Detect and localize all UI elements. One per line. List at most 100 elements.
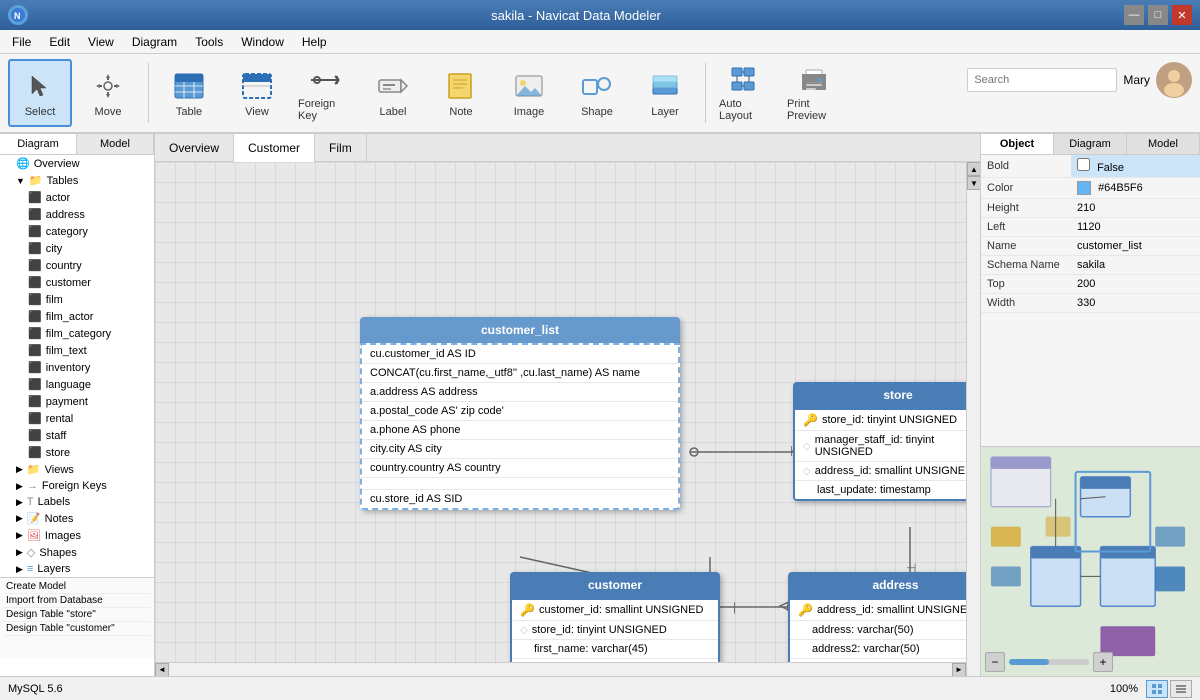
menu-tools[interactable]: Tools [187,33,231,51]
tool-note[interactable]: Note [429,59,493,127]
zoom-in-btn[interactable]: + [1093,652,1113,672]
sidebar-item-rental[interactable]: ⬛ rental [0,410,154,427]
prop-row-top: Top 200 [981,275,1200,294]
menu-diagram[interactable]: Diagram [124,33,185,51]
note-icon [443,68,479,104]
minimize-button[interactable]: — [1124,5,1144,25]
sidebar-tab-diagram[interactable]: Diagram [0,134,77,154]
sidebar-section-labels[interactable]: ▶ T Labels [0,494,154,510]
sidebar: Diagram Model 🌐 Overview ▼ 📁 Tables ⬛ ac… [0,134,155,676]
search-input[interactable] [967,68,1117,92]
tool-image[interactable]: Image [497,59,561,127]
sidebar-item-language[interactable]: ⬛ language [0,376,154,393]
menu-edit[interactable]: Edit [41,33,78,51]
right-tab-model[interactable]: Model [1127,134,1200,154]
move-icon [90,68,126,104]
right-tab-diagram[interactable]: Diagram [1054,134,1127,154]
sidebar-section-shapes[interactable]: ▶ ◇ Shapes [0,544,154,561]
canvas-scroll-v[interactable]: ▲ ▼ [966,162,980,676]
sidebar-item-staff[interactable]: ⬛ staff [0,427,154,444]
sidebar-item-category[interactable]: ⬛ category [0,223,154,240]
tool-move[interactable]: Move [76,59,140,127]
canvas-tab-overview[interactable]: Overview [155,134,234,162]
table-customer-list[interactable]: customer_list cu.customer_id AS ID CONCA… [360,317,680,510]
prop-row-height: Height 210 [981,199,1200,218]
sidebar-item-film[interactable]: ⬛ film [0,291,154,308]
scroll-right-btn[interactable]: ► [952,663,966,677]
sidebar-item-country[interactable]: ⬛ country [0,257,154,274]
tool-view[interactable]: View [225,59,289,127]
sidebar-item-film-category[interactable]: ⬛ film_category [0,325,154,342]
sidebar-item-city[interactable]: ⬛ city [0,240,154,257]
sidebar-item-film-actor[interactable]: ⬛ film_actor [0,308,154,325]
table-row: a.postal_code AS' zip code' [362,402,678,421]
sidebar-item-actor[interactable]: ⬛ actor [0,189,154,206]
table-sm-icon15: ⬛ [28,429,42,442]
table-row: cu.customer_id AS ID [362,345,678,364]
color-swatch[interactable] [1077,181,1091,195]
maximize-button[interactable]: □ [1148,5,1168,25]
tool-shape[interactable]: Shape [565,59,629,127]
canvas[interactable]: ⊢ | ⊢ | ⊢ ⊣ [155,162,980,676]
table-address[interactable]: address 🔑 address_id: smallint UNSIGNED … [788,572,980,676]
sidebar-item-inventory[interactable]: ⬛ inventory [0,359,154,376]
sidebar-section-notes[interactable]: ▶ 📝 Notes [0,510,154,527]
sidebar-section-images[interactable]: ▶ 🖼 Images [0,527,154,544]
sidebar-section-views[interactable]: ▶ 📁 Views [0,461,154,478]
expand-icon8: ▶ [16,564,23,575]
sidebar-item-payment[interactable]: ⬛ payment [0,393,154,410]
view-grid-btn[interactable] [1146,680,1168,698]
tool-layer[interactable]: Layer [633,59,697,127]
sidebar-section-fk[interactable]: ▶ → Foreign Keys [0,478,154,494]
scroll-up-btn[interactable]: ▲ [967,162,980,176]
right-tab-object[interactable]: Object [981,134,1054,154]
canvas-tab-customer[interactable]: Customer [234,134,315,162]
menu-help[interactable]: Help [294,33,335,51]
tool-select[interactable]: Select [8,59,72,127]
table-store[interactable]: store 🔑 store_id: tinyint UNSIGNED ◇ man… [793,382,980,501]
sidebar-tab-model[interactable]: Model [77,134,154,154]
diamond-icon: ◇ [803,441,811,452]
sidebar-item-address[interactable]: ⬛ address [0,206,154,223]
log-item-4[interactable]: Design Table "customer" [4,622,150,636]
scroll-down-btn[interactable]: ▼ [967,176,980,190]
layer-icon2: ≡ [27,563,33,575]
scroll-left-btn[interactable]: ◄ [155,663,169,677]
auto-layout-icon [728,64,764,96]
diamond-icon2: ◇ [803,466,811,477]
tool-label[interactable]: Label [361,59,425,127]
table-sm-icon8: ⬛ [28,310,42,323]
tool-image-label: Image [514,106,545,118]
log-item-2[interactable]: Import from Database [4,594,150,608]
sidebar-item-customer[interactable]: ⬛ customer [0,274,154,291]
sidebar-section-layers[interactable]: ▶ ≡ Layers [0,561,154,577]
zoom-out-btn[interactable]: − [985,652,1005,672]
sidebar-item-store[interactable]: ⬛ store [0,444,154,461]
view-list-btn[interactable] [1170,680,1192,698]
folder-icon2: 📁 [27,463,41,476]
log-item-1[interactable]: Create Model [4,580,150,594]
sidebar-section-tables[interactable]: ▼ 📁 Tables [0,172,154,189]
canvas-tab-film[interactable]: Film [315,134,367,162]
tool-print-preview[interactable]: Print Preview [782,59,846,127]
expand-icon7: ▶ [16,547,23,558]
folder-icon: 📁 [29,174,43,187]
window-controls: — □ ✕ [1124,5,1192,25]
table-sm-icon9: ⬛ [28,327,42,340]
bold-checkbox[interactable] [1077,158,1090,171]
print-preview-icon [796,64,832,96]
tool-auto-layout[interactable]: Auto Layout [714,59,778,127]
canvas-scroll-h[interactable]: ◄ ► [155,662,966,676]
table-customer[interactable]: customer 🔑 customer_id: smallint UNSIGNE… [510,572,720,676]
close-button[interactable]: ✕ [1172,5,1192,25]
sidebar-item-overview[interactable]: 🌐 Overview [0,155,154,172]
menu-file[interactable]: File [4,33,39,51]
menu-window[interactable]: Window [233,33,292,51]
key-icon: 🔑 [803,413,818,427]
zoom-slider[interactable] [1009,659,1089,665]
sidebar-item-film-text[interactable]: ⬛ film_text [0,342,154,359]
menu-view[interactable]: View [80,33,122,51]
tool-table[interactable]: Table [157,59,221,127]
log-item-3[interactable]: Design Table "store" [4,608,150,622]
tool-foreign-key[interactable]: Foreign Key [293,59,357,127]
